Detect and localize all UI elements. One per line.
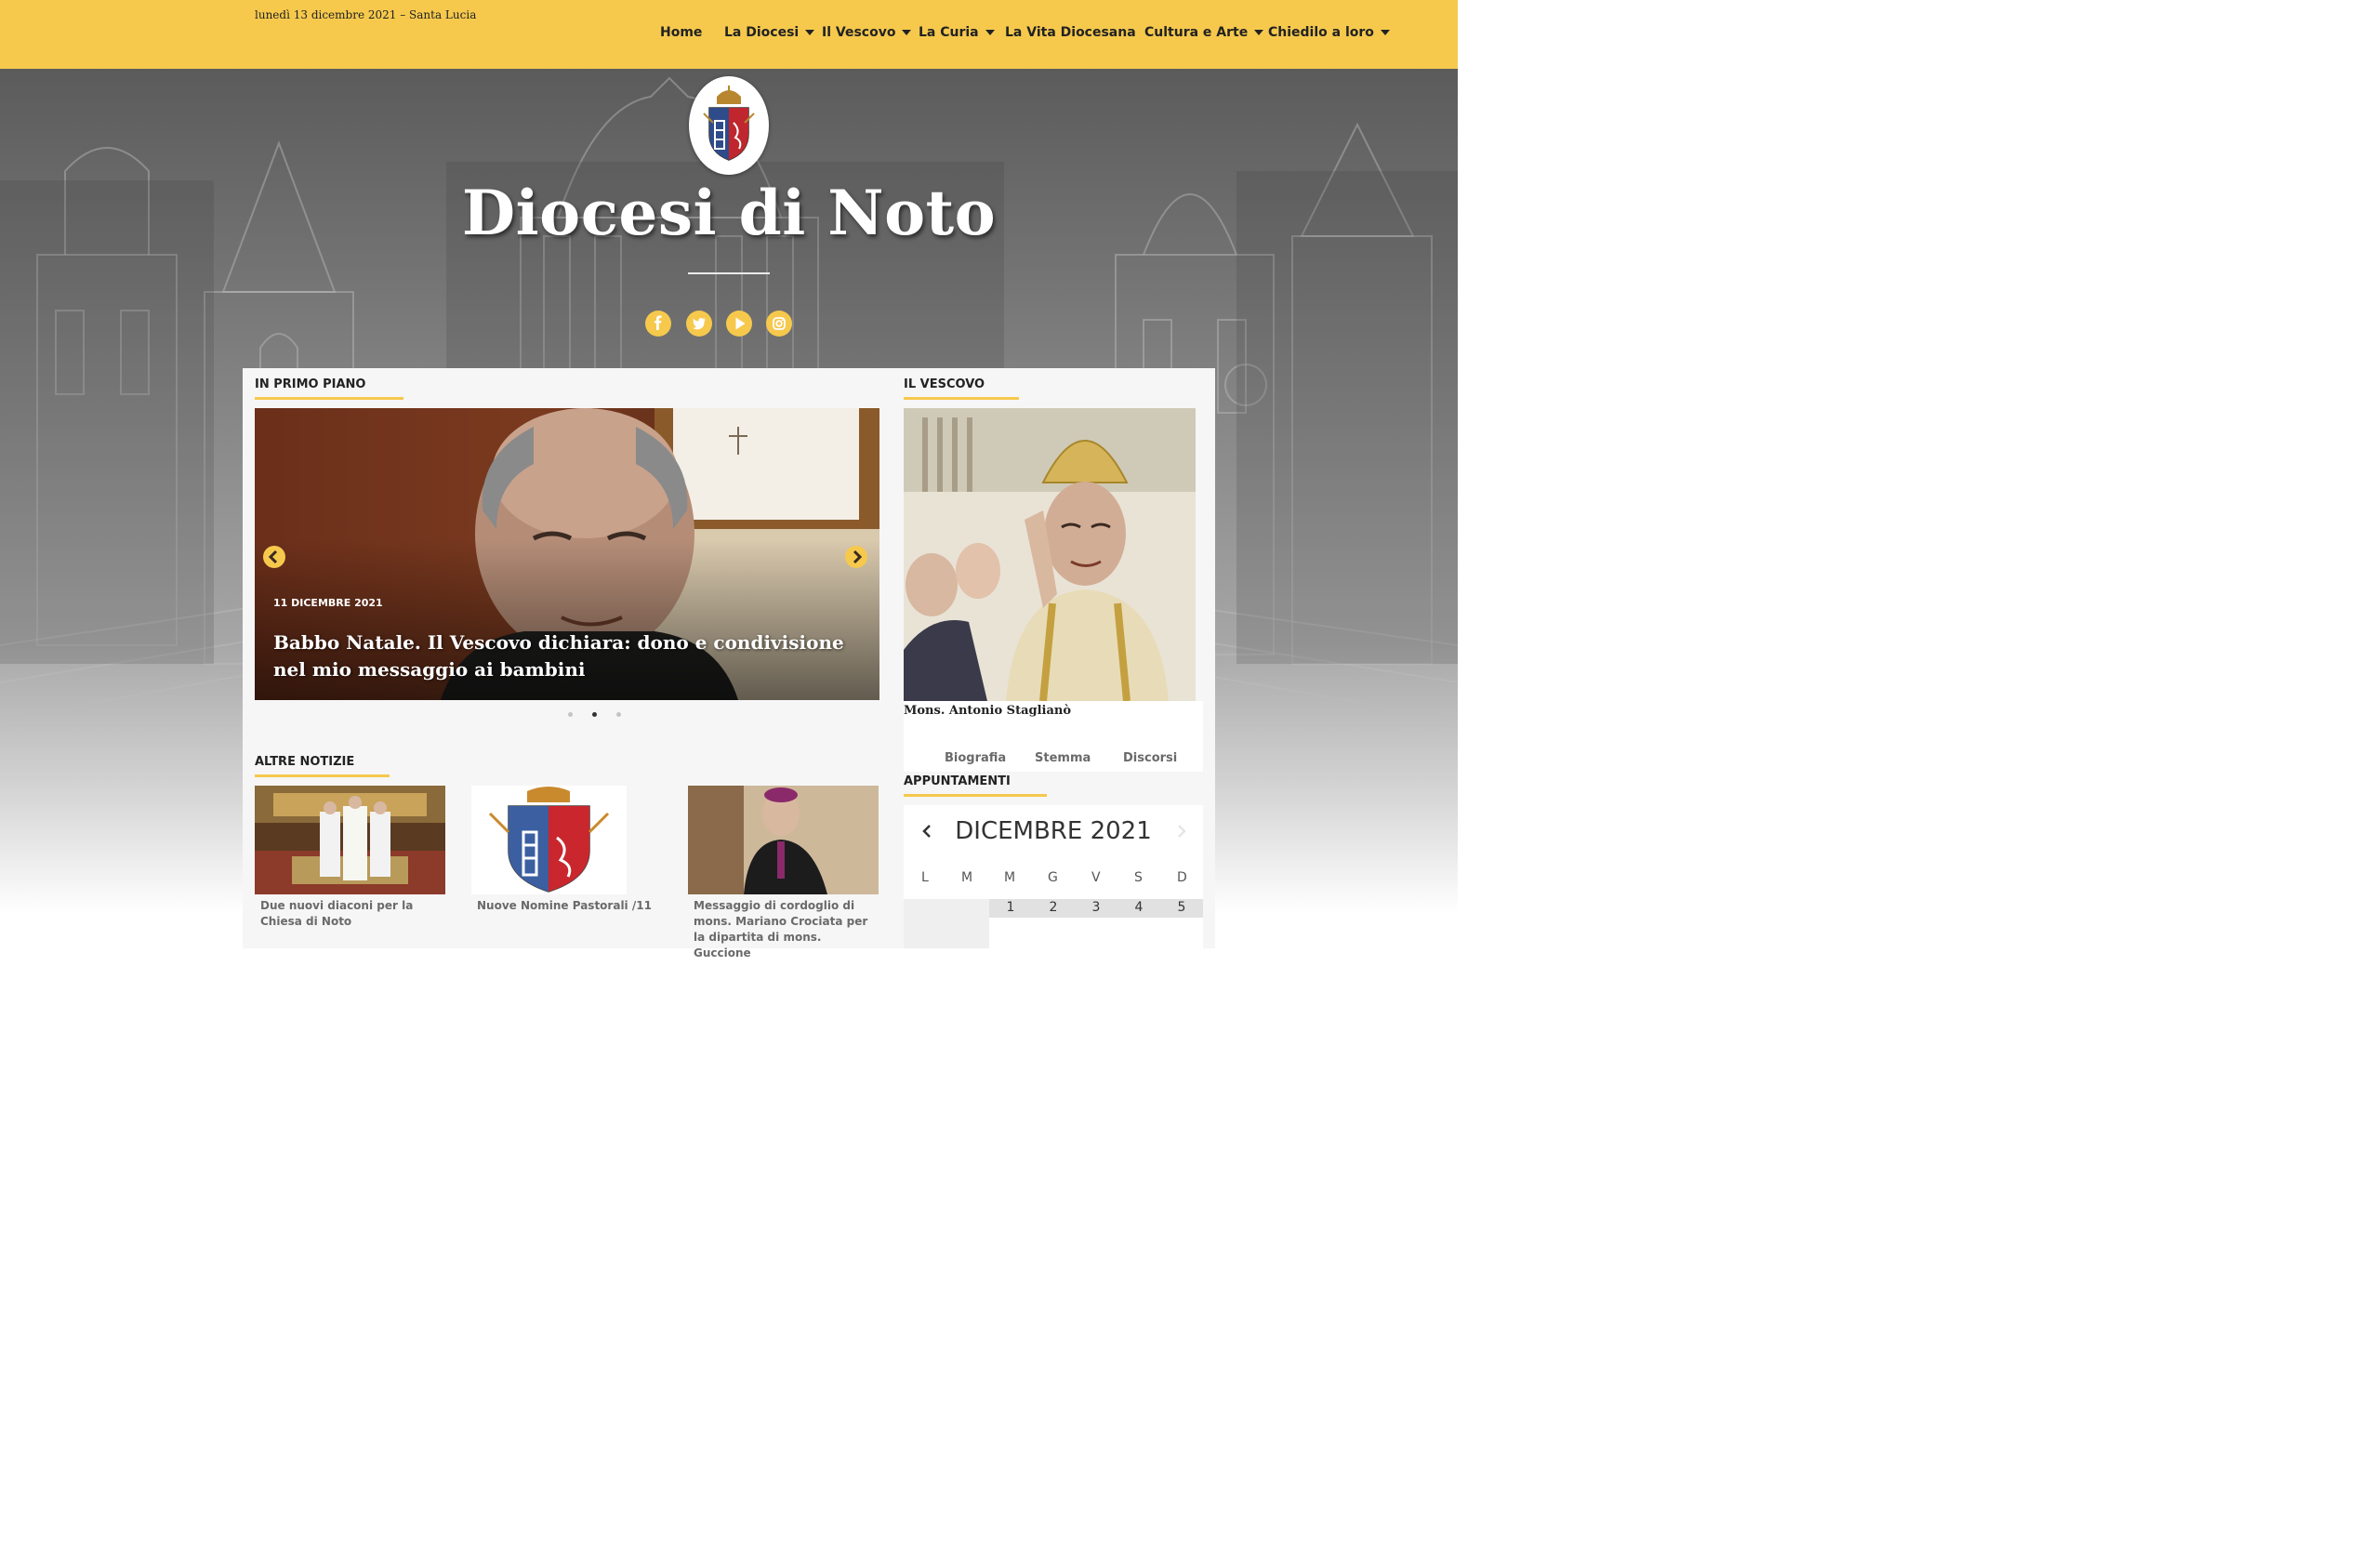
caret-down-icon [1380,30,1390,35]
link-biografia[interactable]: Biografia [945,751,1006,765]
slide-title[interactable]: Babbo Natale. Il Vescovo dichiara: dono … [273,629,868,683]
weekday-label: M [1004,870,1016,885]
events-calendar: DICEMBRE 2021 L M M G V S D 1 2 3 4 5 [904,805,1203,948]
section-title-appuntamenti: APPUNTAMENTI [904,774,1047,797]
bishop-name: Mons. Antonio Staglianò [904,704,1072,718]
bishop-photo[interactable] [904,408,1196,701]
slider-next-button[interactable] [845,546,867,568]
slider-dot-2[interactable] [592,712,597,717]
nav-item-chiedilo-a-loro[interactable]: Chiedilo a loro [1268,25,1390,40]
nav-item-cultura-e-arte[interactable]: Cultura e Arte [1144,25,1264,40]
slider-dot-1[interactable] [568,712,573,717]
link-discorsi[interactable]: Discorsi [1123,751,1177,765]
nav-item-home[interactable]: Home [660,25,702,40]
nav-item-la-diocesi[interactable]: La Diocesi [724,25,815,40]
nav-item-la-vita-diocesana[interactable]: La Vita Diocesana [1005,25,1136,40]
nav-label: La Curia [919,25,979,40]
calendar-day[interactable]: 4 [1117,900,1160,915]
slider-dot-3[interactable] [616,712,621,717]
news-card[interactable]: Messaggio di cordoglio di mons. Mariano … [688,786,879,961]
nav-label: Il Vescovo [822,25,896,40]
title-divider [688,272,770,274]
nav-label: La Vita Diocesana [1005,25,1136,40]
nav-label: Cultura e Arte [1144,25,1249,40]
chevron-right-icon [853,549,863,564]
caret-down-icon [1254,30,1264,35]
top-bar: lunedì 13 dicembre 2021 – Santa Lucia Ho… [0,0,1458,69]
calendar-day[interactable]: 2 [1032,900,1075,915]
news-thumbnail [688,786,879,894]
facebook-icon[interactable] [645,311,671,337]
news-thumbnail [471,786,627,894]
calendar-day[interactable]: 5 [1160,900,1203,915]
weekday-label: V [1091,870,1101,885]
instagram-icon[interactable] [766,311,792,337]
weekday-label: M [961,870,973,885]
weekday-label: S [1134,870,1143,885]
caret-down-icon [805,30,815,35]
calendar-day[interactable]: 1 [989,900,1032,915]
slide-date: 11 DICEMBRE 2021 [273,597,383,609]
news-thumbnail [255,786,445,894]
nav-item-la-curia[interactable]: La Curia [919,25,995,40]
nav-label: La Diocesi [724,25,800,40]
news-card[interactable]: Due nuovi diaconi per la Chiesa di Noto [255,786,445,930]
weekday-label: L [921,870,929,885]
section-title-altre-notizie: ALTRE NOTIZIE [255,755,390,777]
calendar-day[interactable]: 3 [1075,900,1117,915]
weekday-label: G [1048,870,1058,885]
featured-slider[interactable]: 11 DICEMBRE 2021 Babbo Natale. Il Vescov… [255,408,879,700]
main-nav: Home La Diocesi Il Vescovo La Curia La V… [0,25,1458,44]
calendar-empty-cells [904,899,989,948]
slider-prev-button[interactable] [263,546,285,568]
calendar-next-month-icon[interactable] [1175,824,1188,839]
nav-label: Chiedilo a loro [1268,25,1374,40]
caret-down-icon [902,30,912,35]
news-caption: Nuove Nomine Pastorali /11 [477,899,652,912]
weekday-label: D [1177,870,1187,885]
nav-item-il-vescovo[interactable]: Il Vescovo [822,25,912,40]
diocese-crest-logo[interactable] [689,76,769,175]
news-caption: Messaggio di cordoglio di mons. Mariano … [694,899,868,959]
nav-label: Home [660,25,703,40]
section-title-il-vescovo: IL VESCOVO [904,377,1019,400]
link-stemma[interactable]: Stemma [1035,751,1091,765]
news-card[interactable]: Nuove Nomine Pastorali /11 [471,786,662,914]
twitter-icon[interactable] [686,311,712,337]
section-title-in-primo-piano: IN PRIMO PIANO [255,377,403,400]
caret-down-icon [985,30,995,35]
news-caption: Due nuovi diaconi per la Chiesa di Noto [260,899,414,928]
current-date: lunedì 13 dicembre 2021 – Santa Lucia [255,8,477,21]
youtube-icon[interactable] [726,311,752,337]
chevron-left-icon [268,549,278,564]
site-title: Diocesi di Noto [461,177,997,249]
calendar-month-title: DICEMBRE 2021 [955,817,1152,845]
